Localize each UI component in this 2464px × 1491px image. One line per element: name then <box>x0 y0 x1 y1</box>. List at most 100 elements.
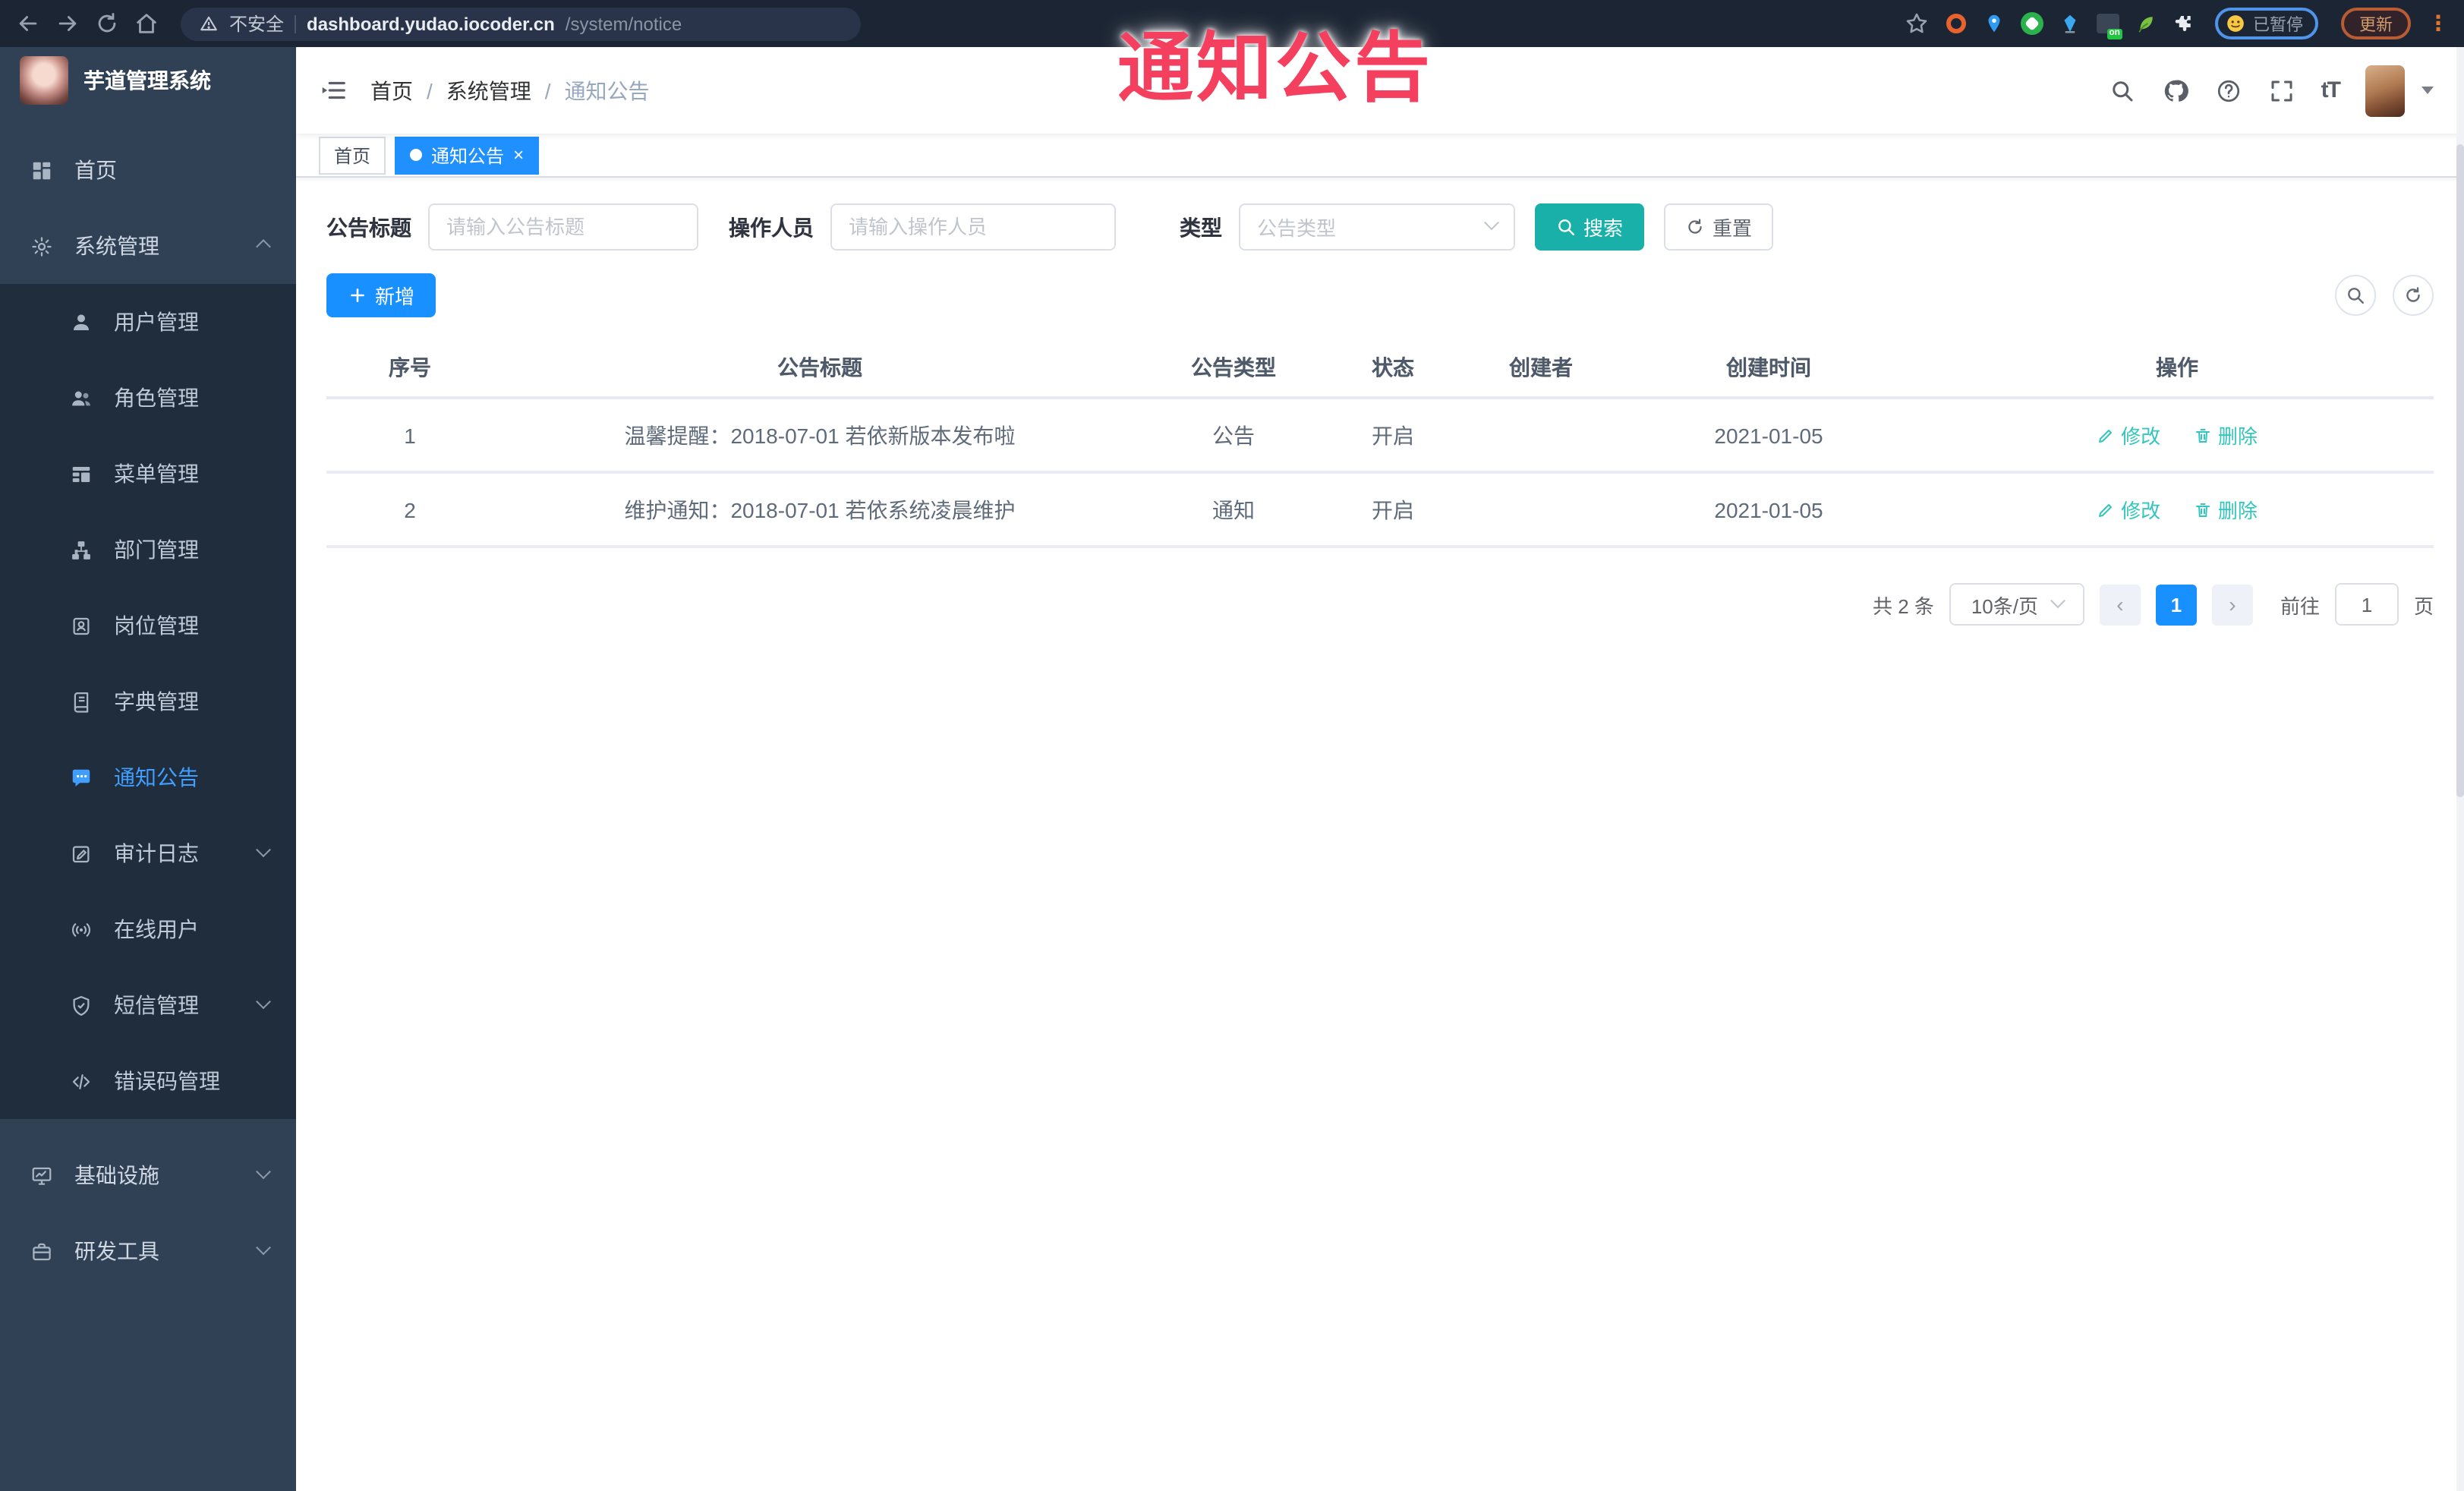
sidebar-menu: 首页 系统管理 用户管理 角色管理 菜单管理 部门管理 岗位管理 字典管理 通知… <box>0 114 296 1289</box>
profile-caret-icon[interactable] <box>2421 87 2434 94</box>
sidebar-item-notice[interactable]: 通知公告 <box>0 739 296 815</box>
title-filter-input[interactable] <box>428 203 698 251</box>
user-icon <box>70 310 93 333</box>
cell-created: 2021-01-05 <box>1617 398 1920 474</box>
app-logo-row[interactable]: 芋道管理系统 <box>0 47 296 114</box>
chevron-down-icon <box>256 1239 271 1255</box>
pagination-total: 共 2 条 <box>1873 594 1934 617</box>
sidebar-item-dev-tools[interactable]: 研发工具 <box>0 1213 296 1289</box>
cell-status: 开启 <box>1321 472 1465 548</box>
browser-forward-icon[interactable] <box>55 11 80 36</box>
prev-page-button[interactable]: ‹ <box>2099 584 2141 625</box>
breadcrumb: 首页 / 系统管理 / 通知公告 <box>370 75 650 106</box>
browser-back-icon[interactable] <box>15 11 41 36</box>
breadcrumb-separator: / <box>544 78 551 102</box>
user-avatar[interactable] <box>2365 65 2405 116</box>
sidebar-item-online-users[interactable]: 在线用户 <box>0 891 296 967</box>
address-bar[interactable]: 不安全 dashboard.yudao.iocoder.cn/system/no… <box>181 7 861 40</box>
goto-page-input[interactable] <box>2334 583 2399 626</box>
header-search-icon[interactable] <box>2109 77 2136 104</box>
sidebar-item-infrastructure[interactable]: 基础设施 <box>0 1137 296 1213</box>
cell-title: 维护通知：2018-07-01 若依系统凌晨维护 <box>493 472 1146 548</box>
sidebar-toggle-icon[interactable] <box>319 76 348 105</box>
badge-icon <box>70 614 93 637</box>
extension-orange-icon[interactable] <box>1943 11 1968 36</box>
font-size-icon[interactable]: tT <box>2321 77 2341 103</box>
sidebar-item-home[interactable]: 首页 <box>0 132 296 208</box>
goto-label: 前往 <box>2280 594 2320 617</box>
not-secure-warning-icon <box>199 14 219 33</box>
extension-leaf-icon[interactable] <box>2133 11 2157 36</box>
cell-actions: 修改 删除 <box>1920 398 2434 474</box>
trash-icon <box>2195 503 2210 516</box>
plus-icon <box>351 288 364 302</box>
pagination: 共 2 条 10条/页 ‹ 1 › 前往 页 <box>326 583 2434 626</box>
browser-menu-icon[interactable]: ⋮ <box>2428 11 2449 36</box>
page-scrollbar[interactable] <box>2456 47 2464 1491</box>
add-button[interactable]: 新增 <box>326 273 436 317</box>
sidebar-item-sms[interactable]: 短信管理 <box>0 967 296 1043</box>
book-icon <box>70 690 93 713</box>
browser-update-button[interactable]: 更新 <box>2341 8 2411 39</box>
cell-creator <box>1465 398 1617 474</box>
online-signal-icon <box>70 918 93 941</box>
breadcrumb-system[interactable]: 系统管理 <box>446 75 531 106</box>
table-toolbar-right <box>2335 275 2434 316</box>
sidebar-item-roles[interactable]: 角色管理 <box>0 360 296 436</box>
reset-button[interactable]: 重置 <box>1664 203 1774 251</box>
sidebar-item-label: 部门管理 <box>114 537 199 562</box>
refresh-table-button[interactable] <box>2393 275 2434 316</box>
sidebar-item-system[interactable]: 系统管理 <box>0 208 296 284</box>
browser-refresh-icon[interactable] <box>94 11 120 36</box>
extension-green-icon[interactable] <box>2019 11 2043 36</box>
current-page-button[interactable]: 1 <box>2155 584 2197 625</box>
cell-title: 温馨提醒：2018-07-01 若依新版本发布啦 <box>493 398 1146 474</box>
sidebar-item-users[interactable]: 用户管理 <box>0 284 296 360</box>
type-filter-select[interactable]: 公告类型 <box>1239 203 1515 251</box>
page-size-value: 10条/页 <box>1971 594 2038 617</box>
page-size-select[interactable]: 10条/页 <box>1949 583 2084 626</box>
extension-on-badge-icon[interactable]: on <box>2095 11 2122 39</box>
sidebar-item-menus[interactable]: 菜单管理 <box>0 436 296 512</box>
sidebar-item-label: 角色管理 <box>114 386 199 410</box>
breadcrumb-home[interactable]: 首页 <box>370 75 413 106</box>
chevron-down-icon <box>256 993 271 1009</box>
profile-sync-paused-button[interactable]: 已暂停 <box>2215 8 2318 39</box>
tab-close-icon[interactable]: × <box>513 146 524 164</box>
sidebar-item-error-codes[interactable]: 错误码管理 <box>0 1043 296 1119</box>
browser-home-icon[interactable] <box>134 11 159 36</box>
help-icon[interactable] <box>2215 77 2242 104</box>
tab-notice[interactable]: 通知公告 × <box>395 136 540 174</box>
delete-link[interactable]: 删除 <box>2194 495 2258 524</box>
edit-link[interactable]: 修改 <box>2097 495 2160 524</box>
pencil-icon <box>2099 429 2113 442</box>
next-page-button[interactable]: › <box>2211 584 2253 625</box>
sidebar-item-dict[interactable]: 字典管理 <box>0 664 296 739</box>
bookmark-star-icon[interactable] <box>1904 11 1930 36</box>
fullscreen-icon[interactable] <box>2268 77 2295 104</box>
toolbox-icon <box>30 1240 53 1262</box>
goto-unit-label: 页 <box>2413 594 2434 617</box>
sidebar-item-departments[interactable]: 部门管理 <box>0 512 296 588</box>
extension-pin-icon[interactable] <box>1981 11 2006 36</box>
sync-paused-label: 已暂停 <box>2253 16 2303 34</box>
profile-avatar-emoji-icon <box>2226 14 2245 33</box>
tab-label: 通知公告 <box>431 145 505 166</box>
scrollbar-thumb[interactable] <box>2456 144 2464 797</box>
col-header-creator: 创建者 <box>1465 337 1617 399</box>
search-icon <box>1558 219 1574 235</box>
table-header-row: 序号 公告标题 公告类型 状态 创建者 创建时间 操作 <box>326 337 2434 399</box>
edit-link[interactable]: 修改 <box>2097 421 2160 449</box>
delete-link[interactable]: 删除 <box>2194 421 2258 449</box>
github-icon[interactable] <box>2162 77 2189 104</box>
extension-gem-icon[interactable] <box>2057 11 2081 36</box>
sidebar-item-audit-log[interactable]: 审计日志 <box>0 815 296 891</box>
sidebar-item-label: 通知公告 <box>114 765 199 790</box>
extensions-puzzle-icon[interactable] <box>2171 11 2195 36</box>
search-button[interactable]: 搜索 <box>1535 203 1645 251</box>
operator-filter-input[interactable] <box>830 203 1116 251</box>
toggle-search-button[interactable] <box>2335 275 2376 316</box>
chevron-up-icon <box>256 238 271 254</box>
sidebar-item-posts[interactable]: 岗位管理 <box>0 588 296 664</box>
tab-home[interactable]: 首页 <box>319 136 386 174</box>
